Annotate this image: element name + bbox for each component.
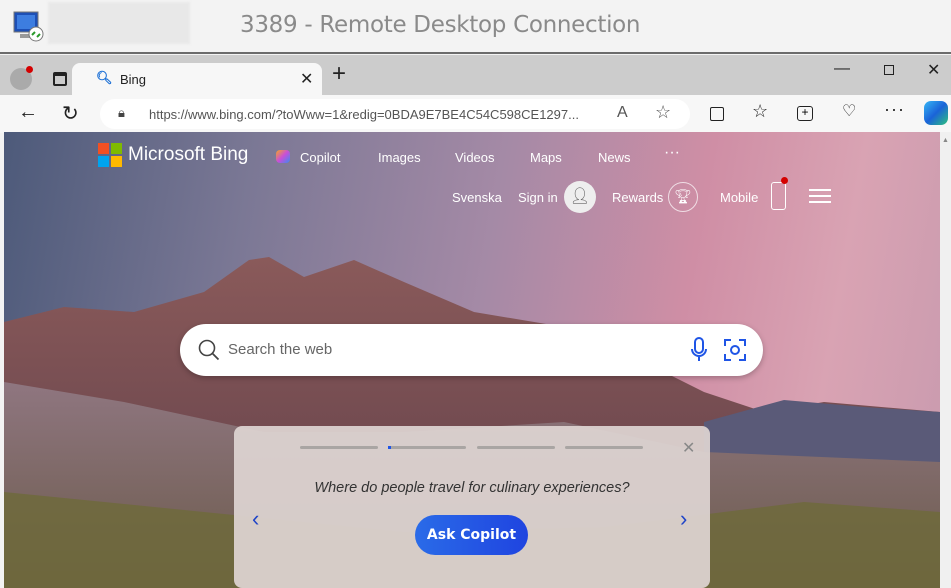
maximize-button[interactable] — [884, 65, 894, 75]
user-avatar-icon[interactable]: 👤︎ — [564, 181, 596, 213]
search-input[interactable]: Search the web — [228, 341, 332, 358]
remote-desktop-icon — [13, 11, 44, 42]
copilot-icon — [276, 150, 290, 163]
sign-in-link[interactable]: Sign in — [518, 190, 558, 205]
ask-copilot-button[interactable]: Ask Copilot — [415, 515, 528, 555]
bing-homepage: Microsoft Bing Copilot Images Videos Map… — [4, 132, 940, 588]
page-scrollbar[interactable]: ▲ — [940, 132, 951, 588]
search-icon — [198, 339, 220, 361]
collections-icon[interactable]: + — [797, 106, 813, 121]
microsoft-logo[interactable] — [98, 143, 122, 167]
notification-dot — [26, 66, 33, 73]
split-screen-icon[interactable] — [710, 107, 724, 121]
notification-dot — [781, 177, 788, 184]
close-window-button[interactable]: ✕ — [927, 60, 940, 80]
previous-arrow-icon[interactable]: ‹ — [252, 506, 259, 532]
tab-actions-icon[interactable] — [53, 72, 67, 86]
progress-step-3[interactable] — [477, 446, 555, 449]
back-button[interactable]: ← — [18, 101, 38, 124]
search-box[interactable]: Search the web — [180, 324, 763, 376]
more-menu-icon[interactable]: ··· — [884, 99, 905, 120]
more-nav-icon[interactable]: ··· — [664, 144, 680, 162]
lock-icon: 🔒︎ — [118, 105, 125, 120]
nav-videos[interactable]: Videos — [455, 150, 495, 165]
nav-news[interactable]: News — [598, 150, 631, 165]
scroll-up-arrow-icon[interactable]: ▲ — [942, 137, 949, 144]
mobile-phone-icon[interactable] — [771, 177, 788, 210]
progress-step-4[interactable] — [565, 446, 643, 449]
new-tab-button[interactable]: + — [332, 60, 346, 88]
progress-step-2[interactable] — [388, 446, 466, 449]
language-link[interactable]: Svenska — [452, 190, 502, 205]
tab-strip: 🔍︎ Bing ✕ + — ✕ — [0, 55, 951, 96]
close-tab-icon[interactable]: ✕ — [300, 69, 313, 89]
progress-step-1[interactable] — [300, 446, 378, 449]
search-favicon-icon: 🔍︎ — [96, 70, 113, 85]
next-arrow-icon[interactable]: › — [680, 506, 687, 532]
hamburger-menu-icon[interactable] — [809, 189, 831, 203]
profile-avatar[interactable] — [10, 66, 33, 90]
browser-toolbar: ← ↻ 🔒︎ https://www.bing.com/?toWww=1&red… — [0, 95, 951, 133]
favorite-star-icon[interactable]: ☆ — [655, 102, 671, 123]
favorites-icon[interactable]: ☆ — [752, 101, 768, 122]
close-card-icon[interactable]: ✕ — [682, 438, 695, 458]
copilot-sidebar-icon[interactable] — [924, 101, 948, 125]
trophy-icon[interactable]: 🏆︎ — [668, 182, 698, 212]
tab-bing[interactable]: 🔍︎ Bing ✕ — [72, 63, 322, 96]
url-text[interactable]: https://www.bing.com/?toWww=1&redig=0BDA… — [149, 107, 579, 122]
redacted-host — [48, 2, 190, 44]
visual-search-icon[interactable] — [723, 338, 747, 362]
browser-essentials-icon[interactable]: ♡ — [842, 101, 856, 121]
nav-maps[interactable]: Maps — [530, 150, 562, 165]
nav-images[interactable]: Images — [378, 150, 421, 165]
address-bar[interactable]: 🔒︎ https://www.bing.com/?toWww=1&redig=0… — [100, 99, 690, 129]
refresh-button[interactable]: ↻ — [62, 101, 79, 126]
minimize-button[interactable]: — — [834, 60, 850, 78]
rewards-link[interactable]: Rewards — [612, 190, 663, 205]
nav-copilot[interactable]: Copilot — [300, 150, 340, 165]
copilot-suggestion-card: ✕ Where do people travel for culinary ex… — [234, 426, 710, 588]
mobile-link[interactable]: Mobile — [720, 190, 758, 205]
microphone-icon[interactable] — [690, 337, 708, 363]
read-aloud-icon[interactable]: A — [617, 104, 628, 122]
rdp-title-bar: 3389 - Remote Desktop Connection — [0, 0, 951, 54]
brand-name[interactable]: Microsoft Bing — [128, 144, 248, 166]
tab-title: Bing — [120, 72, 147, 87]
window-title: 3389 - Remote Desktop Connection — [240, 12, 641, 38]
suggestion-question: Where do people travel for culinary expe… — [314, 480, 630, 496]
